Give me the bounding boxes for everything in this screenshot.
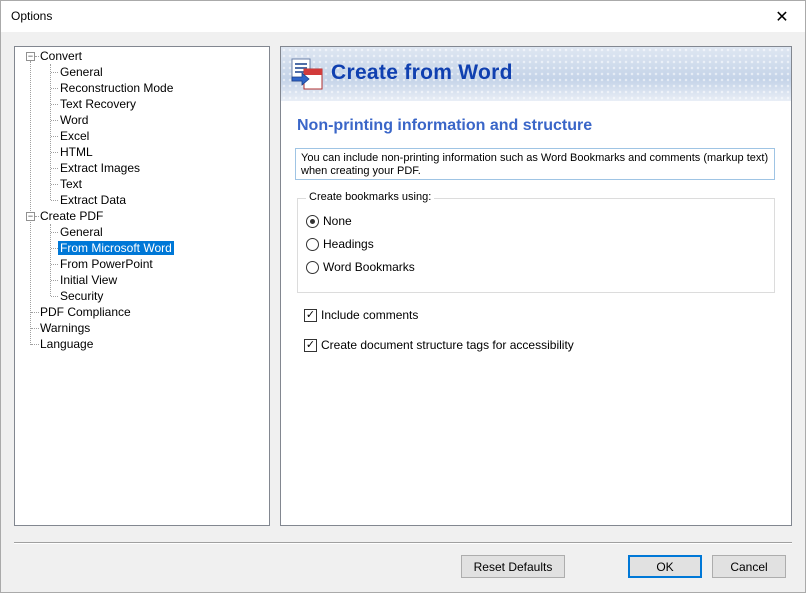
radio-label: None — [323, 214, 352, 228]
tree-item-label: Word — [60, 113, 89, 127]
tree-item-create-pdf[interactable]: Create PDF — [38, 208, 105, 224]
collapse-toggle-convert[interactable]: − — [26, 52, 35, 61]
options-tree[interactable]: − Convert General Reconstruction Mode Te… — [14, 46, 270, 526]
tree-item-label: Warnings — [40, 321, 91, 335]
cancel-button[interactable]: Cancel — [712, 555, 786, 578]
tree-guide-line — [51, 296, 58, 297]
tree-guide-line — [51, 72, 58, 73]
tree-guide-line — [51, 104, 58, 105]
section-title: Non-printing information and structure — [297, 117, 593, 134]
tree-item-word[interactable]: Word — [58, 112, 90, 128]
tree-item-from-microsoft-word[interactable]: From Microsoft Word — [58, 240, 174, 256]
tree-item-label: Security — [60, 289, 104, 303]
tree-item-label: General — [60, 65, 103, 79]
tree-item-label: From Microsoft Word — [58, 241, 174, 255]
tree-guide-line — [51, 280, 58, 281]
radio-word-bookmarks[interactable]: Word Bookmarks — [306, 259, 415, 275]
tree-item-label: General — [60, 225, 103, 239]
tree-item-label: Extract Images — [60, 161, 141, 175]
tree-guide-line — [50, 224, 51, 296]
radio-button[interactable] — [306, 237, 319, 251]
info-box: You can include non-printing information… — [295, 148, 775, 180]
tree-item-label: Create PDF — [40, 209, 104, 223]
radio-headings[interactable]: Headings — [306, 236, 374, 252]
banner-title: Create from Word — [331, 61, 513, 84]
tree-item-label: Initial View — [60, 273, 118, 287]
tree-item-label: Convert — [40, 49, 83, 63]
tree-item-warnings[interactable]: Warnings — [38, 320, 92, 336]
tree-item-convert-general[interactable]: General — [58, 64, 105, 80]
close-icon: ✕ — [775, 8, 789, 26]
tree-guide-line — [51, 136, 58, 137]
ok-button[interactable]: OK — [628, 555, 702, 578]
tree-item-pdf-compliance[interactable]: PDF Compliance — [38, 304, 133, 320]
tree-guide-line — [51, 88, 58, 89]
tree-item-extract-data[interactable]: Extract Data — [58, 192, 128, 208]
tree-guide-line — [51, 248, 58, 249]
reset-defaults-button[interactable]: Reset Defaults — [461, 555, 565, 578]
tree-item-extract-images[interactable]: Extract Images — [58, 160, 142, 176]
tree-guide-line — [51, 184, 58, 185]
word-to-pdf-icon — [291, 58, 323, 90]
tree-item-label: Text Recovery — [60, 97, 137, 111]
collapse-toggle-create-pdf[interactable]: − — [26, 212, 35, 221]
radio-label: Headings — [323, 237, 374, 251]
radio-button[interactable] — [306, 260, 319, 274]
bookmarks-group-label: Create bookmarks using: — [306, 191, 435, 203]
tree-guide-line — [50, 64, 51, 200]
settings-panel: Create from Word Non-printing informatio… — [280, 46, 792, 526]
tree-guide-line — [51, 120, 58, 121]
tree-item-create-general[interactable]: General — [58, 224, 105, 240]
tree-guide-line — [51, 168, 58, 169]
tree-guide-line — [51, 232, 58, 233]
tree-guide-line — [51, 200, 58, 201]
panel-banner: Create from Word — [281, 47, 791, 101]
tree-item-html[interactable]: HTML — [58, 144, 95, 160]
tree-item-language[interactable]: Language — [38, 336, 95, 352]
bookmarks-group: Create bookmarks using: None Headings Wo… — [297, 191, 775, 293]
tree-item-label: PDF Compliance — [40, 305, 131, 319]
radio-button-selected[interactable] — [306, 214, 319, 228]
structure-tags-checkbox[interactable]: ✓ Create document structure tags for acc… — [304, 337, 574, 353]
tree-item-label: Language — [40, 337, 94, 351]
tree-item-label: Reconstruction Mode — [60, 81, 174, 95]
tree-guide-line — [51, 264, 58, 265]
include-comments-checkbox[interactable]: ✓ Include comments — [304, 307, 418, 323]
tree-item-text[interactable]: Text — [58, 176, 84, 192]
tree-item-label: Excel — [60, 129, 90, 143]
tree-item-text-recovery[interactable]: Text Recovery — [58, 96, 138, 112]
window-title: Options — [11, 9, 53, 23]
checkbox-checked[interactable]: ✓ — [304, 308, 317, 322]
tree-item-excel[interactable]: Excel — [58, 128, 91, 144]
radio-none[interactable]: None — [306, 213, 352, 229]
tree-item-security[interactable]: Security — [58, 288, 105, 304]
tree-guide-line — [30, 61, 31, 345]
radio-label: Word Bookmarks — [323, 260, 415, 274]
checkbox-checked[interactable]: ✓ — [304, 338, 317, 352]
title-bar: Options ✕ — [1, 1, 805, 32]
checkbox-label: Include comments — [321, 308, 419, 322]
tree-item-label: Extract Data — [60, 193, 127, 207]
tree-item-from-powerpoint[interactable]: From PowerPoint — [58, 256, 155, 272]
tree-item-initial-view[interactable]: Initial View — [58, 272, 119, 288]
tree-guide-line — [51, 152, 58, 153]
tree-item-label: Text — [60, 177, 83, 191]
tree-item-convert[interactable]: Convert — [38, 48, 84, 64]
tree-item-label: HTML — [60, 145, 93, 159]
footer-divider — [14, 542, 792, 544]
checkbox-label: Create document structure tags for acces… — [321, 338, 574, 352]
options-dialog: Options ✕ − Convert General Reconstructi… — [0, 0, 806, 593]
close-button[interactable]: ✕ — [759, 1, 805, 32]
tree-item-reconstruction-mode[interactable]: Reconstruction Mode — [58, 80, 175, 96]
tree-item-label: From PowerPoint — [60, 257, 153, 271]
